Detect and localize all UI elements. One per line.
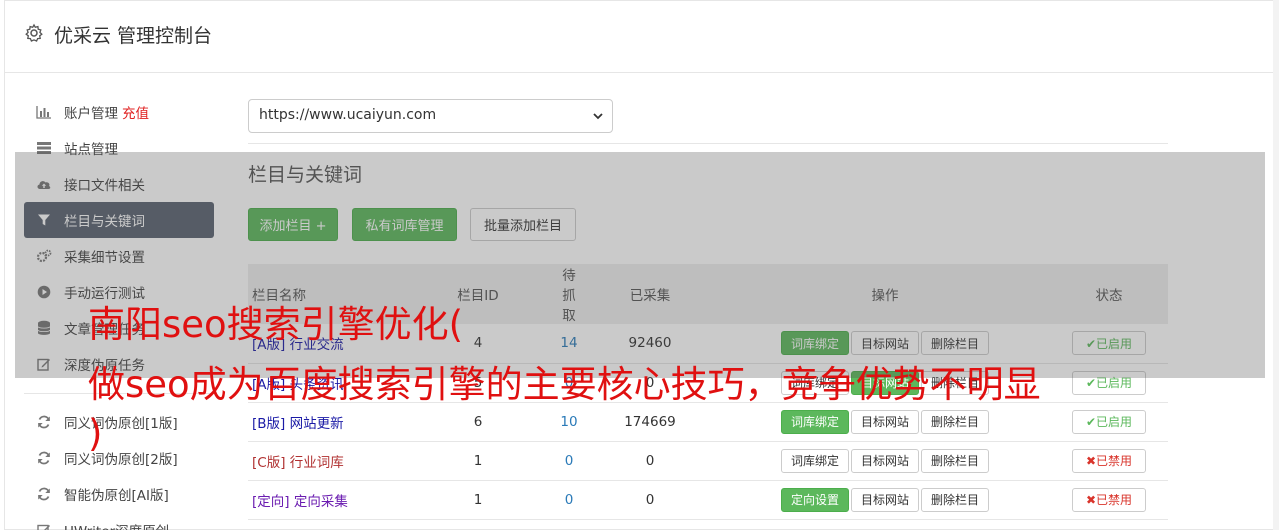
gear-icon bbox=[25, 23, 43, 42]
status-badge[interactable]: ✖已禁用 bbox=[1072, 448, 1146, 473]
top-header: 优采云 管理控制台 bbox=[4, 0, 1274, 73]
row-collected: 0 bbox=[580, 480, 720, 520]
delete-column-button[interactable]: 删除栏目 bbox=[921, 487, 990, 512]
status-badge[interactable]: ✖已禁用 bbox=[1072, 487, 1146, 512]
overlay-headline-line3: ) bbox=[88, 412, 103, 455]
recharge-link[interactable]: 充值 bbox=[122, 102, 149, 122]
refresh-icon bbox=[36, 486, 52, 502]
refresh-icon bbox=[36, 414, 52, 430]
overlay-headline-line2: 做seo成为百度搜索引擎的主要核心技巧，竞争优势不明显 bbox=[88, 363, 1041, 406]
page-title: 优采云 管理控制台 bbox=[54, 25, 213, 47]
row-collected: 0 bbox=[580, 441, 720, 481]
site-select[interactable]: https://www.ucaiyun.com bbox=[248, 99, 613, 133]
target-site-button[interactable]: 目标网站 bbox=[850, 409, 919, 434]
sidebar-item-label: 智能伪原创[AI版] bbox=[64, 488, 169, 504]
row-tag: [C版] bbox=[252, 454, 286, 471]
sidebar-item-synonym-v2[interactable]: 同义词伪原创[2版] bbox=[24, 440, 214, 476]
delete-column-button[interactable]: 删除栏目 bbox=[921, 409, 990, 434]
row-tag: [定向] bbox=[252, 493, 290, 510]
bar-chart-icon bbox=[36, 104, 52, 120]
target-site-button[interactable]: 目标网站 bbox=[850, 487, 919, 512]
status-badge[interactable]: ✔已启用 bbox=[1072, 409, 1146, 434]
edit-icon bbox=[36, 522, 52, 530]
sidebar-item-uwriter[interactable]: UWriter深度原创 bbox=[24, 512, 214, 530]
row-id: 1 bbox=[398, 480, 558, 520]
row-name[interactable]: 网站更新 bbox=[290, 416, 344, 432]
refresh-icon bbox=[36, 450, 52, 466]
overlay-headline-line1: 南阳seo搜索引擎优化( bbox=[88, 303, 464, 346]
sidebar-item-synonym-v1[interactable]: 同义词伪原创[1版] bbox=[24, 404, 214, 440]
target-site-button[interactable]: 目标网站 bbox=[850, 448, 919, 473]
sidebar-item-account[interactable]: 账户管理 充值 bbox=[24, 94, 214, 130]
sidebar-item-label: 同义词伪原创[1版] bbox=[64, 416, 178, 432]
sidebar-item-ai-rewrite[interactable]: 智能伪原创[AI版] bbox=[24, 476, 214, 512]
sidebar-item-label: 账户管理 bbox=[64, 106, 118, 122]
scrollbar[interactable] bbox=[1273, 0, 1279, 530]
bind-lexicon-button[interactable]: 词库绑定 bbox=[780, 448, 849, 473]
row-tag: [B版] bbox=[252, 415, 286, 432]
site-select-value: https://www.ucaiyun.com bbox=[259, 107, 437, 123]
chevron-down-icon bbox=[593, 113, 603, 120]
table-row: [C版] 行业词库 1 0 0 词库绑定 目标网站 删除栏目 ✖已禁用 bbox=[248, 441, 1168, 481]
sidebar-item-label: UWriter深度原创 bbox=[64, 520, 169, 530]
row-pending[interactable]: 0 bbox=[558, 441, 580, 481]
divider bbox=[248, 143, 1168, 144]
row-name[interactable]: 定向采集 bbox=[294, 494, 348, 510]
row-id: 1 bbox=[398, 441, 558, 481]
directed-settings-button[interactable]: 定向设置 bbox=[780, 487, 849, 512]
row-pending[interactable]: 0 bbox=[558, 480, 580, 520]
table-row: [定向] 定向采集 1 0 0 定向设置 目标网站 删除栏目 ✖已禁用 bbox=[248, 480, 1168, 520]
row-name[interactable]: 行业词库 bbox=[290, 455, 344, 471]
delete-column-button[interactable]: 删除栏目 bbox=[921, 448, 990, 473]
sidebar-item-label: 同义词伪原创[2版] bbox=[64, 452, 178, 468]
bind-lexicon-button[interactable]: 词库绑定 bbox=[780, 409, 849, 434]
